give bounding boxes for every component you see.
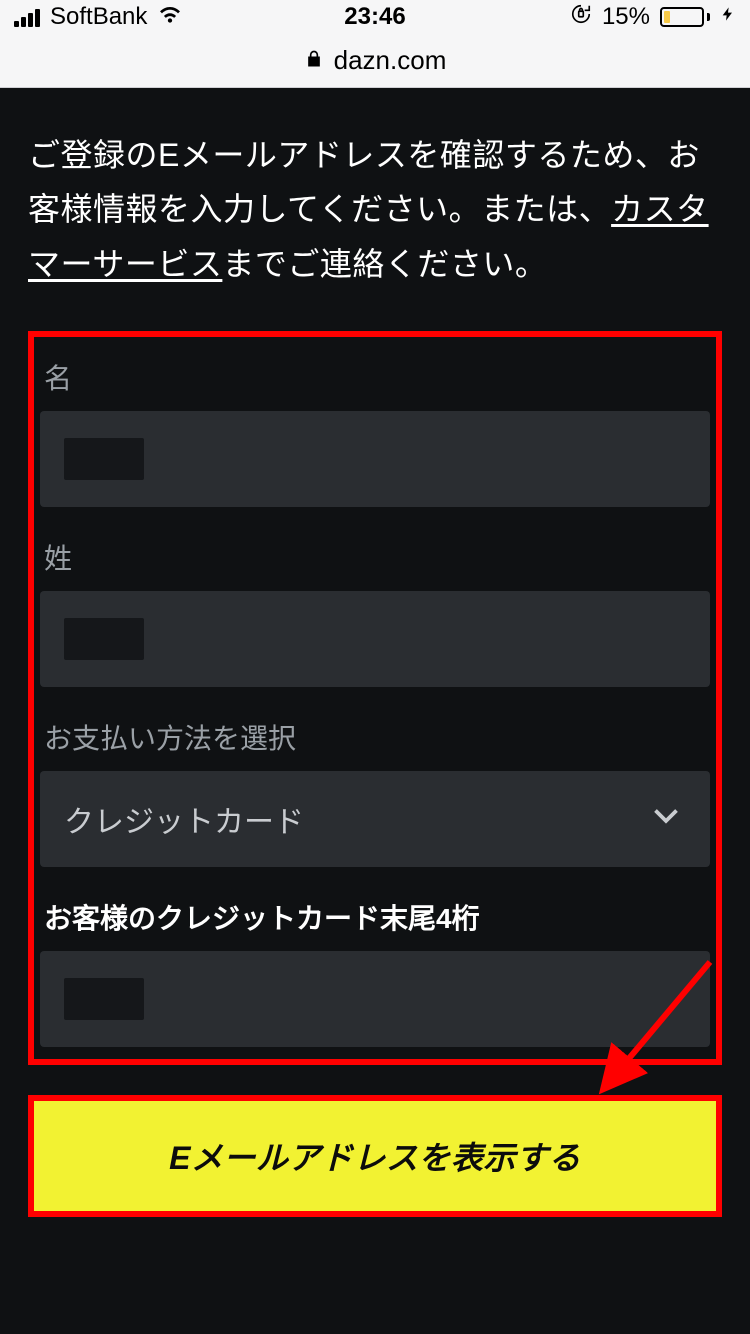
browser-address-bar[interactable]: dazn.com xyxy=(0,34,750,88)
last-name-group: 姓 xyxy=(34,537,716,717)
battery-percent: 15% xyxy=(602,3,650,31)
redacted-value xyxy=(64,618,144,660)
address-domain: dazn.com xyxy=(334,45,447,76)
payment-method-selected: クレジットカード xyxy=(64,797,304,841)
redacted-value xyxy=(64,978,144,1020)
carrier-label: SoftBank xyxy=(50,3,147,31)
lock-icon xyxy=(304,45,324,76)
annotation-arrow-icon xyxy=(560,952,740,1122)
first-name-group: 名 xyxy=(34,357,716,537)
intro-text: ご登録のEメールアドレスを確認するため、お客様情報を入力してください。または、カ… xyxy=(28,128,722,291)
payment-method-label: お支払い方法を選択 xyxy=(40,717,710,757)
payment-method-group: お支払い方法を選択 クレジットカード xyxy=(34,717,716,897)
cellular-signal-icon xyxy=(14,7,40,27)
charging-bolt-icon xyxy=(720,2,736,33)
intro-post: までご連絡ください。 xyxy=(222,246,547,282)
intro-pre: ご登録のEメールアドレスを確認するため、お客様情報を入力してください。または、 xyxy=(28,137,700,227)
redacted-value xyxy=(64,438,144,480)
first-name-input[interactable] xyxy=(40,411,710,507)
battery-icon xyxy=(660,7,710,27)
last-name-label: 姓 xyxy=(40,537,710,577)
chevron-down-icon xyxy=(648,797,684,841)
payment-method-select[interactable]: クレジットカード xyxy=(40,771,710,867)
first-name-label: 名 xyxy=(40,357,710,397)
cc-last4-label: お客様のクレジットカード末尾4桁 xyxy=(40,897,710,937)
ios-status-bar: SoftBank 23:46 15% xyxy=(0,0,750,34)
wifi-icon xyxy=(157,1,183,34)
last-name-input[interactable] xyxy=(40,591,710,687)
orientation-lock-icon xyxy=(570,3,592,32)
